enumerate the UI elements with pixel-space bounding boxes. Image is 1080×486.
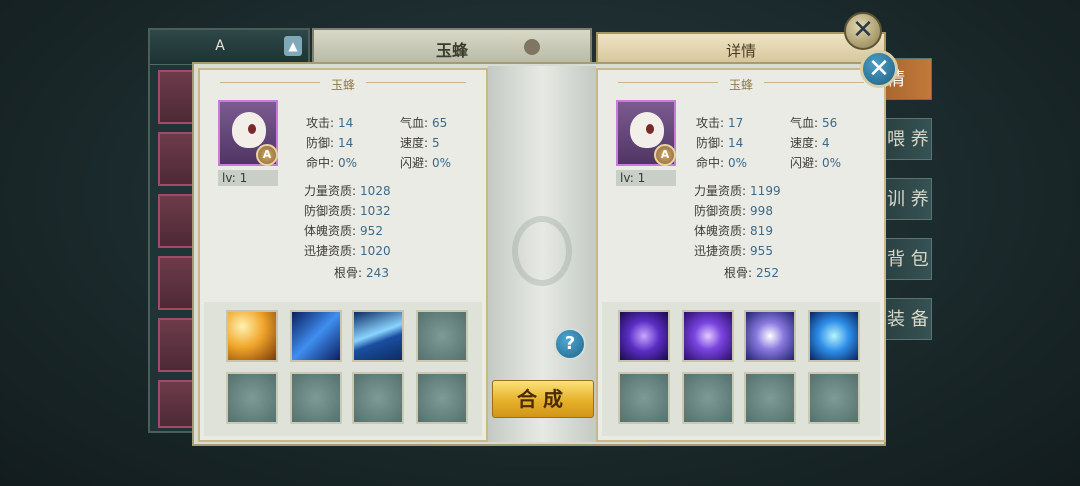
dragon-emblem-icon <box>512 216 572 286</box>
pet-list-item[interactable] <box>158 380 194 428</box>
aptitude-agility: 迅捷资质: 1020 <box>304 244 391 258</box>
stat-dodge: 闪避: 0% <box>790 156 842 170</box>
cyan-beast-skill-icon[interactable] <box>808 310 860 362</box>
close-icon[interactable]: ✕ <box>860 50 898 88</box>
aptitude-root: 根骨: 243 <box>334 266 389 280</box>
pet-level: lv: 1 <box>218 170 278 186</box>
skill-grid <box>602 302 880 436</box>
aptitude-root: 根骨: 252 <box>724 266 779 280</box>
skill-grid <box>204 302 482 436</box>
stat-attack: 攻击: 17 <box>696 116 744 130</box>
stat-hp: 气血: 65 <box>400 116 448 130</box>
pet-list-item[interactable] <box>158 70 194 124</box>
pet-list-header: A ▲ <box>150 30 308 65</box>
grade-filter-label[interactable]: A <box>150 38 290 54</box>
aptitude-agility: 迅捷资质: 955 <box>694 244 773 258</box>
stat-defense: 防御: 14 <box>696 136 744 150</box>
purple-column-skill-icon[interactable] <box>682 310 734 362</box>
stat-defense: 防御: 14 <box>306 136 354 150</box>
blue-wind-skill-icon[interactable] <box>352 310 404 362</box>
aptitude-power: 力量资质: 1028 <box>304 184 391 198</box>
stat-hit: 命中: 0% <box>306 156 358 170</box>
empty-skill-slot[interactable] <box>744 372 796 424</box>
stat-speed: 速度: 5 <box>400 136 440 150</box>
left-pet-card: 玉蜂 A lv: 1 攻击: 14 气血: 65 防御: 14 速度: 5 命中: 0% … <box>198 68 488 442</box>
details-title: 详情 <box>725 42 756 60</box>
purple-swirl-skill-icon[interactable] <box>744 310 796 362</box>
tab-feed[interactable]: 喂 养 <box>880 118 932 160</box>
pet-list-item[interactable] <box>158 132 194 186</box>
empty-skill-slot[interactable] <box>226 372 278 424</box>
aptitude-power: 力量资质: 1199 <box>694 184 781 198</box>
right-pet-card: 玉蜂 A lv: 1 攻击: 17 气血: 56 防御: 14 速度: 4 命中: 0% … <box>596 68 886 442</box>
tab-equip[interactable]: 装 备 <box>880 298 932 340</box>
stat-attack: 攻击: 14 <box>306 116 354 130</box>
pet-level: lv: 1 <box>616 170 676 186</box>
stat-hp: 气血: 56 <box>790 116 838 130</box>
merge-modal: 玉蜂 A lv: 1 攻击: 14 气血: 65 防御: 14 速度: 5 命中: 0% … <box>192 62 886 446</box>
aptitude-defense: 防御资质: 998 <box>694 204 773 218</box>
grade-badge: A <box>654 144 676 166</box>
empty-skill-slot[interactable] <box>682 372 734 424</box>
gold-claw-skill-icon[interactable] <box>226 310 278 362</box>
tab-bag[interactable]: 背 包 <box>880 238 932 280</box>
aptitude-physique: 体魄资质: 952 <box>304 224 383 238</box>
pet-avatar[interactable]: A <box>218 100 278 166</box>
empty-skill-slot[interactable] <box>352 372 404 424</box>
empty-skill-slot[interactable] <box>618 372 670 424</box>
aptitude-physique: 体魄资质: 819 <box>694 224 773 238</box>
empty-skill-slot[interactable] <box>290 372 342 424</box>
pet-name: 玉蜂 <box>728 78 753 92</box>
pet-avatar[interactable]: A <box>616 100 676 166</box>
edit-icon[interactable] <box>524 39 540 55</box>
pet-list-item[interactable] <box>158 194 194 248</box>
pet-name: 玉蜂 <box>330 78 355 92</box>
pet-name-header: 玉蜂 <box>312 28 592 64</box>
pet-list-item[interactable] <box>158 318 194 372</box>
empty-skill-slot[interactable] <box>808 372 860 424</box>
details-header: 详情 <box>596 32 886 66</box>
grade-badge: A <box>256 144 278 166</box>
pet-list-item[interactable] <box>158 256 194 310</box>
chevron-up-icon[interactable]: ▲ <box>284 36 302 56</box>
tab-train[interactable]: 训 养 <box>880 178 932 220</box>
close-icon[interactable]: ✕ <box>844 12 882 50</box>
aptitude-defense: 防御资质: 1032 <box>304 204 391 218</box>
stat-hit: 命中: 0% <box>696 156 748 170</box>
pet-portrait-detail <box>248 124 256 134</box>
pet-name-title: 玉蜂 <box>435 41 468 60</box>
stat-speed: 速度: 4 <box>790 136 830 150</box>
help-icon[interactable]: ? <box>554 328 586 360</box>
empty-skill-slot[interactable] <box>416 372 468 424</box>
pet-portrait-detail <box>646 124 654 134</box>
blue-slash-skill-icon[interactable] <box>290 310 342 362</box>
merge-button[interactable]: 合成 <box>492 380 594 418</box>
empty-skill-slot[interactable] <box>416 310 468 362</box>
purple-vortex-skill-icon[interactable] <box>618 310 670 362</box>
stat-dodge: 闪避: 0% <box>400 156 452 170</box>
